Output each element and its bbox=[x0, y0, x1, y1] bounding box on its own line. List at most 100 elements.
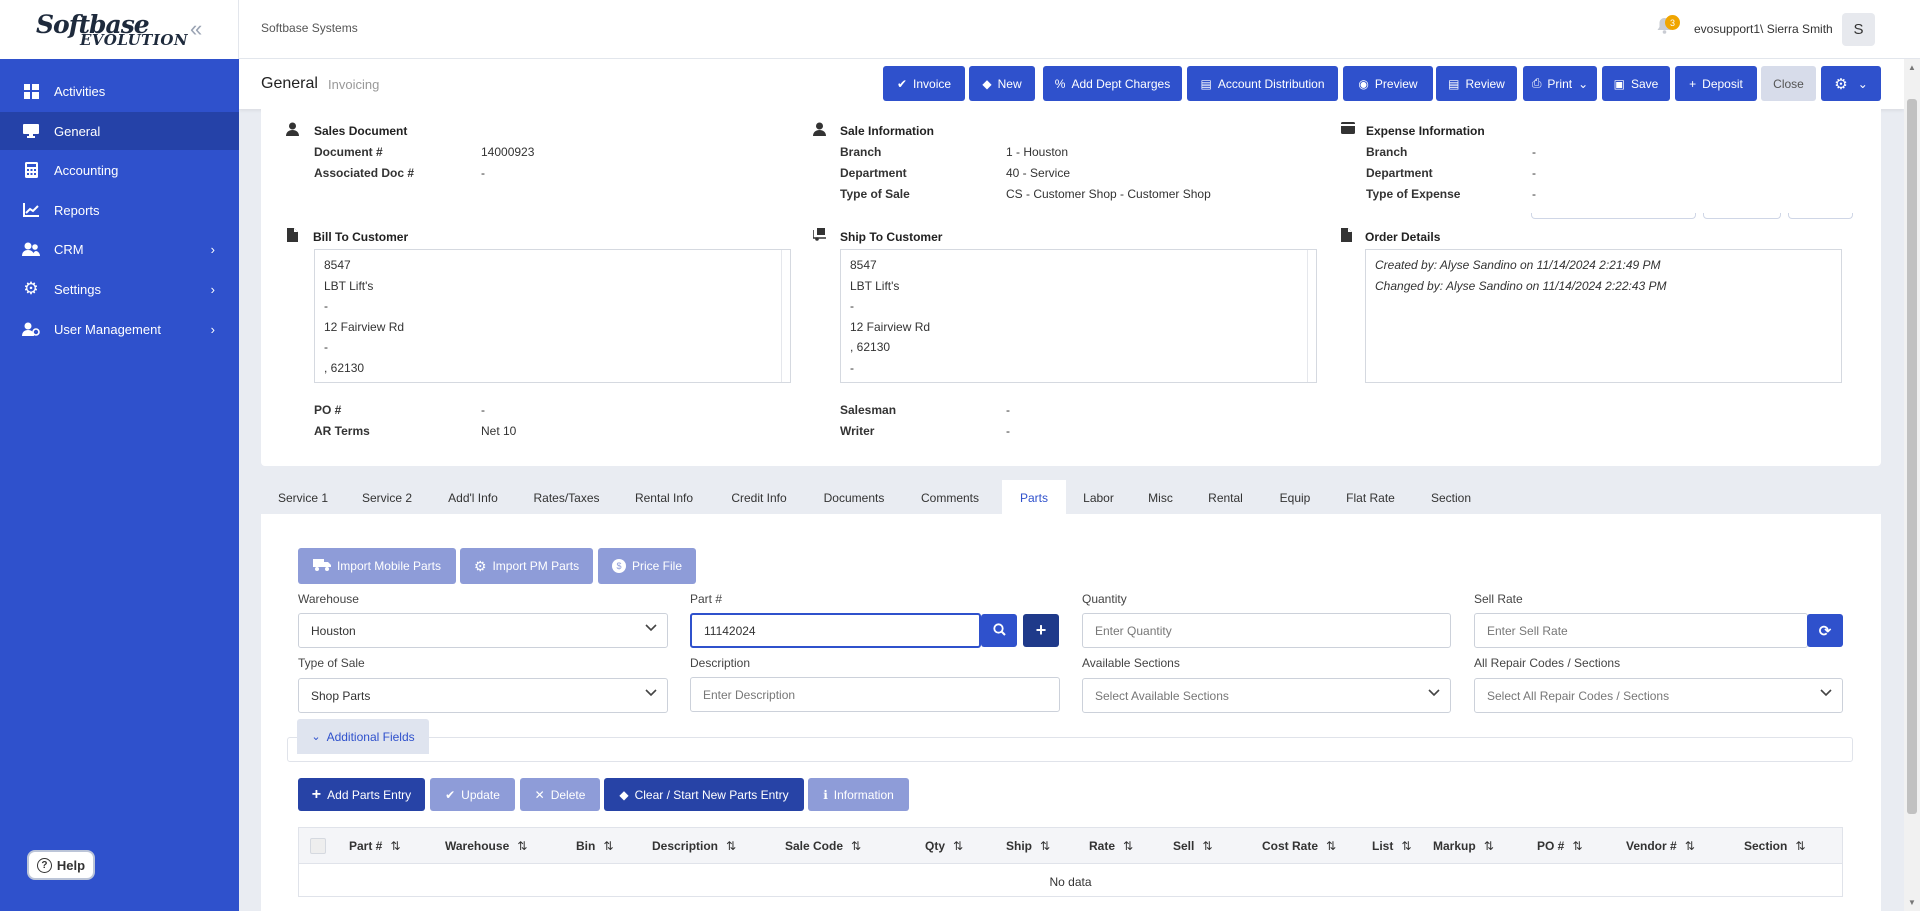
sidebar-item-settings[interactable]: ⚙ Settings › bbox=[0, 270, 239, 308]
sort-icon[interactable]: ⇅ bbox=[390, 839, 400, 853]
add-dept-charges-button[interactable]: % Add Dept Charges bbox=[1043, 66, 1182, 101]
sidebar-item-general[interactable]: General bbox=[0, 112, 239, 150]
column-header-sell[interactable]: Sell ⇅ bbox=[1173, 839, 1212, 853]
import-mobile-parts-button[interactable]: Import Mobile Parts bbox=[298, 548, 456, 584]
review-button[interactable]: ▤ Review bbox=[1436, 66, 1517, 101]
tab-service-2[interactable]: Service 2 bbox=[345, 480, 429, 515]
collapse-sidebar-icon[interactable]: « bbox=[190, 18, 202, 40]
sort-icon[interactable]: ⇅ bbox=[1795, 839, 1805, 853]
tab-documents[interactable]: Documents bbox=[806, 480, 902, 515]
bill-to-address-box[interactable]: 8547 LBT Lift's - 12 Fairview Rd - , 621… bbox=[314, 249, 791, 383]
column-header-list[interactable]: List ⇅ bbox=[1372, 839, 1411, 853]
clear-start-new-button[interactable]: ◆ Clear / Start New Parts Entry bbox=[604, 778, 804, 811]
type-of-sale-select[interactable]: Shop Parts bbox=[298, 678, 668, 713]
tab-misc[interactable]: Misc bbox=[1131, 480, 1190, 515]
scrollbar-thumb[interactable] bbox=[1907, 99, 1917, 814]
page-scrollbar[interactable]: ▲ ▼ bbox=[1904, 59, 1920, 911]
sort-icon[interactable]: ⇅ bbox=[1572, 839, 1582, 853]
repair-codes-select[interactable]: Select All Repair Codes / Sections bbox=[1474, 678, 1843, 713]
sort-icon[interactable]: ⇅ bbox=[953, 839, 963, 853]
tab-comments[interactable]: Comments bbox=[902, 480, 998, 515]
file-icon: ▤ bbox=[1200, 76, 1212, 91]
deposit-button[interactable]: + Deposit bbox=[1675, 66, 1757, 101]
price-file-button[interactable]: $ Price File bbox=[598, 548, 696, 584]
ship-to-address-box[interactable]: 8547 LBT Lift's - 12 Fairview Rd , 62130… bbox=[840, 249, 1317, 383]
add-parts-entry-button[interactable]: + Add Parts Entry bbox=[298, 778, 425, 811]
sort-icon[interactable]: ⇅ bbox=[1685, 839, 1695, 853]
sort-icon[interactable]: ⇅ bbox=[851, 839, 861, 853]
column-header-sale-code[interactable]: Sale Code ⇅ bbox=[785, 839, 861, 853]
tab-parts[interactable]: Parts bbox=[1002, 480, 1066, 515]
column-header-part[interactable]: Part # ⇅ bbox=[349, 839, 400, 853]
column-header-ship[interactable]: Ship ⇅ bbox=[1006, 839, 1050, 853]
save-button[interactable]: ▣ Save bbox=[1602, 66, 1670, 101]
additional-fields-toggle[interactable]: ⌄ Additional Fields bbox=[297, 719, 429, 754]
import-pm-parts-button[interactable]: ⚙ Import PM Parts bbox=[460, 548, 593, 584]
avatar[interactable]: S bbox=[1842, 13, 1875, 46]
sort-icon[interactable]: ⇅ bbox=[1401, 839, 1411, 853]
sidebar-item-accounting[interactable]: Accounting bbox=[0, 151, 239, 189]
sort-icon[interactable]: ⇅ bbox=[1040, 839, 1050, 853]
column-header-description[interactable]: Description ⇅ bbox=[652, 839, 736, 853]
new-button[interactable]: ◆ New bbox=[969, 66, 1035, 101]
available-sections-select[interactable]: Select Available Sections bbox=[1082, 678, 1451, 713]
settings-dropdown-button[interactable]: ⚙ ⌄ bbox=[1821, 66, 1881, 101]
sidebar-item-activities[interactable]: Activities bbox=[0, 72, 239, 110]
sort-icon[interactable]: ⇅ bbox=[517, 839, 527, 853]
tab-flat-rate[interactable]: Flat Rate bbox=[1329, 480, 1412, 515]
print-button[interactable]: ⎙ Print ⌄ bbox=[1523, 66, 1597, 101]
tab-equip[interactable]: Equip bbox=[1261, 480, 1329, 515]
sidebar-item-reports[interactable]: Reports bbox=[0, 191, 239, 229]
sort-icon[interactable]: ⇅ bbox=[603, 839, 613, 853]
tab-credit-info[interactable]: Credit Info bbox=[712, 480, 806, 515]
column-header-bin[interactable]: Bin ⇅ bbox=[576, 839, 613, 853]
select-all-checkbox[interactable] bbox=[310, 838, 326, 854]
sidebar-item-user-management[interactable]: User Management › bbox=[0, 310, 239, 348]
part-search-button[interactable] bbox=[981, 614, 1017, 647]
help-button[interactable]: ? Help bbox=[27, 850, 95, 880]
grid-header: Part # ⇅ Warehouse ⇅ Bin ⇅ Description ⇅ Sal… bbox=[299, 828, 1842, 864]
column-header-qty[interactable]: Qty ⇅ bbox=[925, 839, 963, 853]
delete-button[interactable]: ✕ Delete bbox=[520, 778, 600, 811]
sort-icon[interactable]: ⇅ bbox=[1484, 839, 1494, 853]
logo[interactable]: Softbase EVOLUTION bbox=[36, 12, 188, 48]
part-number-input[interactable]: 11142024 bbox=[690, 613, 981, 648]
sort-icon[interactable]: ⇅ bbox=[1326, 839, 1336, 853]
close-button[interactable]: Close bbox=[1761, 66, 1816, 101]
invoice-button[interactable]: ✔ Invoice bbox=[883, 66, 965, 101]
scroll-up-icon[interactable]: ▲ bbox=[1908, 63, 1916, 72]
update-button[interactable]: ✔ Update bbox=[430, 778, 515, 811]
warehouse-select[interactable]: Houston bbox=[298, 613, 668, 648]
description-input[interactable]: Enter Description bbox=[690, 677, 1060, 712]
add-part-button[interactable]: + bbox=[1023, 614, 1059, 647]
information-button[interactable]: ℹ Information bbox=[808, 778, 909, 811]
changed-by-text: Changed by: Alyse Sandino on 11/14/2024 … bbox=[1375, 279, 1667, 293]
tab-section[interactable]: Section bbox=[1412, 480, 1490, 515]
scroll-down-icon[interactable]: ▼ bbox=[1908, 898, 1916, 907]
tab-addl-info[interactable]: Add'l Info bbox=[429, 480, 517, 515]
tab-rental-info[interactable]: Rental Info bbox=[616, 480, 712, 515]
sell-rate-input[interactable]: Enter Sell Rate bbox=[1474, 613, 1808, 648]
column-header-po[interactable]: PO # ⇅ bbox=[1537, 839, 1582, 853]
sort-icon[interactable]: ⇅ bbox=[1123, 839, 1133, 853]
preview-button[interactable]: ◉ Preview bbox=[1343, 66, 1433, 101]
tab-labor[interactable]: Labor bbox=[1066, 480, 1131, 515]
column-header-markup[interactable]: Markup ⇅ bbox=[1433, 839, 1494, 853]
user-name[interactable]: evosupport1\ Sierra Smith bbox=[1694, 22, 1833, 36]
tab-service-1[interactable]: Service 1 bbox=[261, 480, 345, 515]
sidebar-item-crm[interactable]: CRM › bbox=[0, 230, 239, 268]
sort-icon[interactable]: ⇅ bbox=[1202, 839, 1212, 853]
tab-rental[interactable]: Rental bbox=[1190, 480, 1261, 515]
column-header-section[interactable]: Section ⇅ bbox=[1744, 839, 1805, 853]
column-header-rate[interactable]: Rate ⇅ bbox=[1089, 839, 1133, 853]
column-header-vendor[interactable]: Vendor # ⇅ bbox=[1626, 839, 1695, 853]
column-header-warehouse[interactable]: Warehouse ⇅ bbox=[445, 839, 527, 853]
sort-icon[interactable]: ⇅ bbox=[726, 839, 736, 853]
refresh-sell-rate-button[interactable]: ⟳ bbox=[1807, 614, 1843, 647]
quantity-input[interactable]: Enter Quantity bbox=[1082, 613, 1451, 648]
account-distribution-button[interactable]: ▤ Account Distribution bbox=[1187, 66, 1338, 101]
add-parts-entry-label: Add Parts Entry bbox=[327, 787, 412, 802]
tab-rates-taxes[interactable]: Rates/Taxes bbox=[517, 480, 616, 515]
search-icon bbox=[992, 622, 1006, 639]
column-header-cost-rate[interactable]: Cost Rate ⇅ bbox=[1262, 839, 1336, 853]
